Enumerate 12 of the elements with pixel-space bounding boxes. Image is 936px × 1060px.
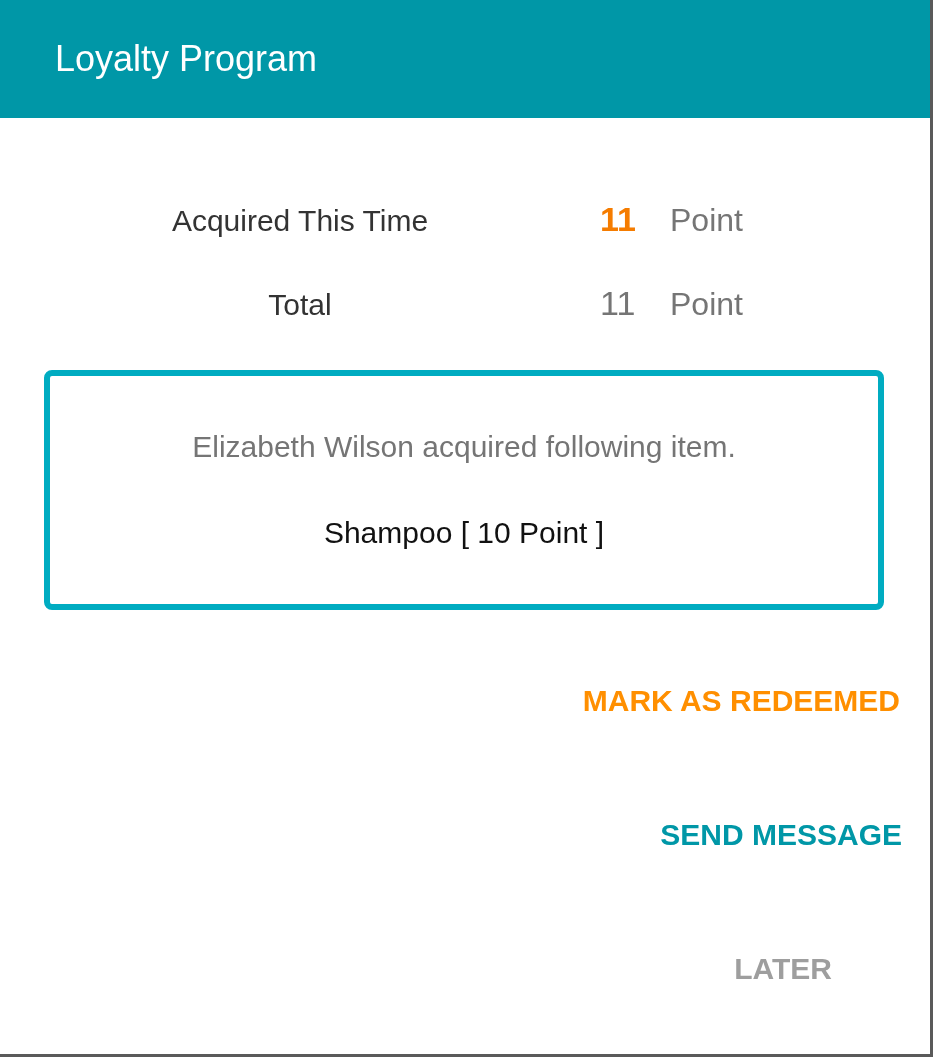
points-unit: Point — [670, 286, 743, 323]
dialog-title: Loyalty Program — [55, 38, 318, 80]
points-label: Acquired This Time — [170, 204, 430, 238]
redeemed-item: Shampoo [ 10 Point ] — [323, 516, 605, 550]
points-unit: Point — [670, 202, 743, 239]
mark-redeemed-button[interactable]: MARK AS REDEEMED — [582, 680, 900, 722]
points-label: Total — [267, 288, 333, 322]
send-message-button[interactable]: SEND MESSAGE — [660, 814, 902, 856]
later-button[interactable]: LATER — [734, 948, 832, 990]
points-value: 11 — [600, 200, 637, 239]
notice-message: Elizabeth Wilson acquired following item. — [192, 430, 736, 464]
points-value: 11 — [600, 284, 637, 323]
